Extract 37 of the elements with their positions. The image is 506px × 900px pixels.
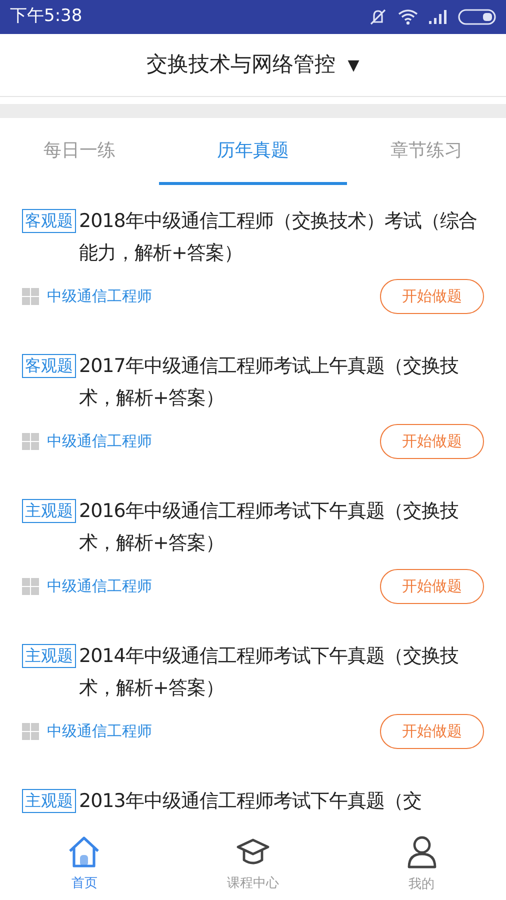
tag-label: 主观题 <box>22 499 76 523</box>
question-title[interactable]: 2017年中级通信工程师考试上午真题（交换技术，解析+答案） <box>79 350 484 414</box>
start-button[interactable]: 开始做题 <box>380 714 484 749</box>
question-title[interactable]: 2018年中级通信工程师（交换技术）考试（综合能力，解析+答案） <box>79 205 484 269</box>
status-time: 下午5:38 <box>10 5 82 28</box>
person-icon <box>406 835 438 870</box>
home-icon <box>67 836 102 868</box>
question-title[interactable]: 2014年中级通信工程师考试下午真题（交换技术，解析+答案） <box>79 640 484 704</box>
category-label: 中级通信工程师 <box>47 431 152 452</box>
tag-label: 客观题 <box>22 354 76 378</box>
category-label: 中级通信工程师 <box>47 576 152 598</box>
tab[interactable]: 每日一练 <box>0 118 160 185</box>
dropdown-arrow[interactable]: ▼ <box>348 54 360 76</box>
category-label: 中级通信工程师 <box>47 721 152 742</box>
tab[interactable]: 章节练习 <box>346 118 506 185</box>
grid-icon <box>22 433 39 450</box>
tab[interactable]: 历年真题 <box>159 118 347 185</box>
category-label: 中级通信工程师 <box>47 286 152 308</box>
nav-tab[interactable]: 我的 <box>337 830 506 900</box>
start-button[interactable]: 开始做题 <box>380 424 484 459</box>
grid-icon <box>22 723 39 740</box>
mute-icon <box>368 8 388 26</box>
tag-label: 主观题 <box>22 789 76 813</box>
start-button[interactable]: 开始做题 <box>380 279 484 314</box>
page-title: 交换技术与网络管控 <box>146 51 336 78</box>
question-title[interactable]: 2016年中级通信工程师考试下午真题（交换技术，解析+答案） <box>79 495 484 559</box>
grid-icon <box>22 578 39 595</box>
question-title[interactable]: 2013年中级通信工程师考试下午真题（交 <box>79 785 422 817</box>
grid-icon <box>22 288 39 305</box>
nav-tab[interactable]: 首页 <box>0 830 169 900</box>
wifi-icon <box>398 9 418 25</box>
nav-tab[interactable]: 课程中心 <box>168 830 338 900</box>
tag-label: 主观题 <box>22 644 76 668</box>
start-button[interactable]: 开始做题 <box>380 569 484 604</box>
tag-label: 客观题 <box>22 209 76 233</box>
battery-icon <box>458 9 496 25</box>
signal-icon <box>428 10 448 24</box>
